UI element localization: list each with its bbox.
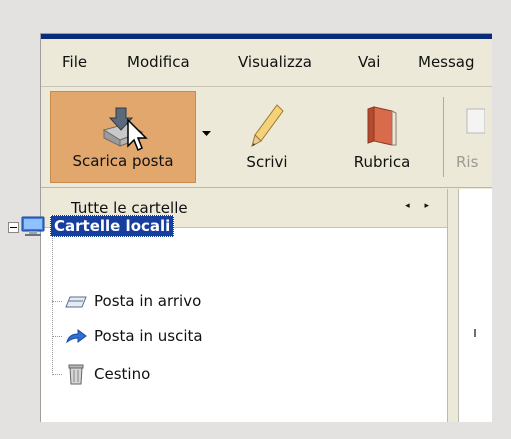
- tree-label-outbox: Posta in uscita: [94, 327, 203, 345]
- tree-branch: [52, 374, 62, 375]
- collapse-toggle-icon[interactable]: [8, 222, 19, 233]
- trash-icon: [68, 364, 84, 385]
- tree-branch: [52, 301, 62, 302]
- menu-vai[interactable]: Vai: [358, 53, 380, 71]
- address-book-button[interactable]: Rubrica: [337, 91, 427, 183]
- menu-modifica[interactable]: Modifica: [127, 53, 190, 71]
- toolbar-separator: [443, 97, 444, 177]
- pane-nav-arrows[interactable]: ◂ ▸: [405, 201, 435, 211]
- title-bar-edge: [41, 34, 492, 39]
- arrow-right-icon: [66, 329, 87, 344]
- tree-item-inbox[interactable]: Posta in arrivo: [64, 288, 201, 314]
- reply-button[interactable]: Ris: [453, 91, 492, 183]
- compose-label: Scrivi: [246, 153, 288, 171]
- pane-splitter[interactable]: [447, 189, 459, 422]
- menu-messaggi[interactable]: Messag: [418, 53, 475, 71]
- get-mail-dropdown[interactable]: [196, 91, 218, 183]
- menu-bar: File Modifica Visualizza Vai Messag: [41, 40, 492, 87]
- computer-icon: [21, 216, 45, 236]
- tree-branch: [52, 336, 62, 337]
- reply-label: Ris: [456, 153, 479, 171]
- tree-item-local-folders[interactable]: Cartelle locali: [20, 213, 175, 239]
- address-book-icon: [367, 106, 397, 146]
- message-pane: [459, 189, 492, 422]
- pane-edge-mark: [474, 329, 476, 337]
- tree-label-trash: Cestino: [94, 365, 151, 383]
- reply-icon: [466, 108, 485, 134]
- download-mail-icon: [102, 107, 148, 152]
- get-mail-button[interactable]: Scarica posta: [50, 91, 196, 183]
- dropdown-arrow-icon: [202, 131, 211, 136]
- compose-button[interactable]: Scrivi: [231, 91, 303, 183]
- tree-guide-line: [52, 238, 53, 375]
- menu-file[interactable]: File: [62, 53, 87, 71]
- pencil-icon: [251, 104, 284, 148]
- tree-item-trash[interactable]: Cestino: [64, 361, 150, 387]
- inbox-tray-icon: [65, 296, 87, 308]
- get-mail-label: Scarica posta: [72, 152, 174, 170]
- tree-item-outbox[interactable]: Posta in uscita: [64, 323, 203, 349]
- address-book-label: Rubrica: [353, 153, 411, 171]
- tree-label-local-folders: Cartelle locali: [50, 215, 175, 237]
- toolbar: Scarica posta Scrivi Rubrica Ris: [41, 87, 492, 188]
- menu-visualizza[interactable]: Visualizza: [238, 53, 312, 71]
- tree-label-inbox: Posta in arrivo: [94, 292, 202, 310]
